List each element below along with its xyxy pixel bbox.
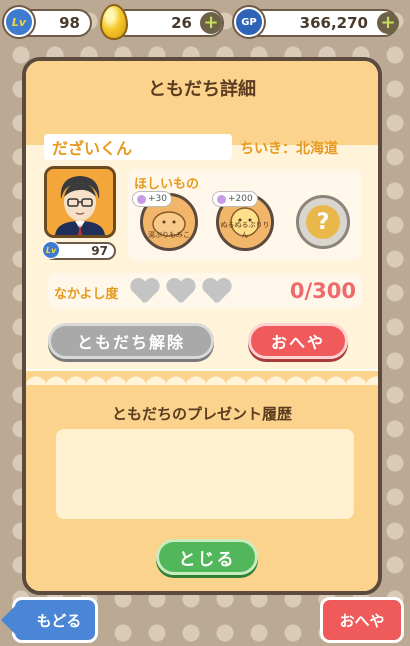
egg-value: 26 [171, 14, 192, 32]
question-mark-icon: ? [306, 205, 340, 239]
golden-egg-icon [100, 4, 128, 40]
dialog-title: ともだち詳細 [148, 79, 256, 100]
heart-icon [166, 279, 194, 305]
friend-detail-dialog: ともだち詳細 だざいくん ちいき：北海道 Lv 97 ほしいもの 湯ぶりもみこ … [22, 57, 382, 595]
gem-icon [137, 194, 146, 204]
friendship-score: 0/300 [289, 279, 356, 303]
friend-level-value: 97 [91, 244, 108, 258]
wishlist-item-caption: ぬるぬるぷりりん [220, 221, 270, 239]
present-history-title: ともだちのプレゼント履歴 [111, 405, 292, 423]
avatar-portrait-icon [47, 169, 113, 235]
lv-badge-icon: Lv [4, 7, 34, 37]
friend-name: だざいくん [44, 134, 232, 160]
heart-icon [130, 279, 158, 305]
wishlist-title: ほしいもの [134, 177, 200, 192]
gp-value: 366,270 [299, 14, 368, 32]
present-history-list [56, 429, 354, 519]
friend-level-badge: Lv 97 [42, 241, 116, 260]
gp-icon: GP [234, 7, 264, 37]
back-button[interactable]: もどる [1, 597, 98, 643]
lv-badge-icon: Lv [42, 241, 60, 259]
friend-avatar [44, 166, 116, 238]
unfriend-button[interactable]: ともだち解除 [48, 323, 214, 359]
gem-icon [217, 194, 226, 204]
status-bar: 98 Lv 26 + 366,270 GP + [0, 0, 410, 46]
room-nav-button[interactable]: おへや [320, 597, 404, 643]
friend-region: ちいき：北海道 [240, 141, 338, 157]
wishlist-panel: ほしいもの 湯ぶりもみこ +30 ぬるぬるぷりりん +200 ? [128, 169, 362, 261]
gp-counter: 366,270 [242, 9, 398, 37]
reward-value: +200 [228, 194, 253, 204]
reward-tag: +200 [212, 191, 258, 207]
close-button[interactable]: とじる [156, 539, 258, 575]
reward-value: +30 [148, 194, 167, 204]
add-eggs-button[interactable]: + [200, 12, 222, 34]
friendship-meter: なかよし度 0/300 [48, 273, 362, 309]
add-gp-button[interactable]: + [377, 12, 399, 34]
unknown-wish-slot: ? [296, 195, 350, 249]
visit-room-button[interactable]: おへや [248, 323, 348, 359]
level-value: 98 [59, 14, 80, 32]
dialog-header [26, 61, 378, 161]
heart-icon [202, 279, 230, 305]
reward-tag: +30 [132, 191, 172, 207]
friendship-label: なかよし度 [54, 287, 119, 302]
wishlist-item-caption: 湯ぶりもみこ [148, 231, 190, 239]
